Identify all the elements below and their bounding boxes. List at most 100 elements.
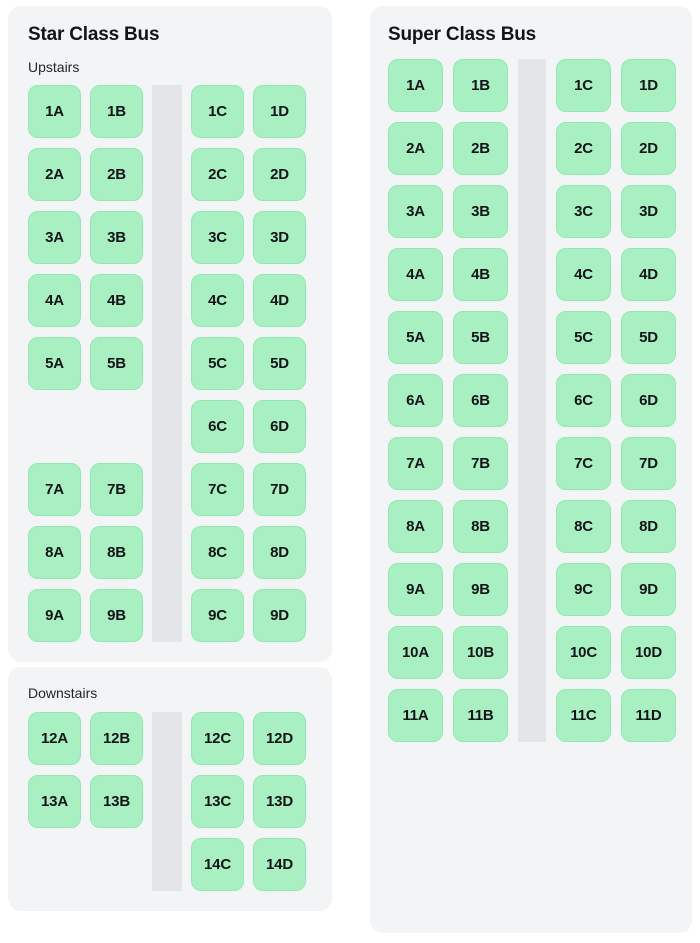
seat-7C[interactable]: 7C [191, 463, 244, 516]
seat-7B[interactable]: 7B [453, 437, 508, 490]
seat-10C[interactable]: 10C [556, 626, 611, 679]
seat-12C[interactable]: 12C [191, 712, 244, 765]
deck-panel-super-main: Super Class Bus 1A 1B 1C 1D 2A 2B 2C 2D 3A 3B 3C 3D… [370, 6, 692, 933]
seat-grid-star-upstairs: 1A 1B 1C 1D 2A 2B 2C 2D 3A 3B 3C 3D 4A 4B 4C 4D 5A 5B 5C 5D… [28, 85, 312, 642]
seat-1C[interactable]: 1C [556, 59, 611, 112]
seat-6C[interactable]: 6C [191, 400, 244, 453]
seat-5A[interactable]: 5A [28, 337, 81, 390]
seat-11D[interactable]: 11D [621, 689, 676, 742]
seat-9C[interactable]: 9C [556, 563, 611, 616]
seat-10B[interactable]: 10B [453, 626, 508, 679]
seat-14C[interactable]: 14C [191, 838, 244, 891]
seat-13A[interactable]: 13A [28, 775, 81, 828]
bus-title-super-class: Super Class Bus [388, 24, 536, 45]
seat-7A[interactable]: 7A [28, 463, 81, 516]
seat-2C[interactable]: 2C [191, 148, 244, 201]
seat-8A[interactable]: 8A [388, 500, 443, 553]
seat-3C[interactable]: 3C [191, 211, 244, 264]
seat-9A[interactable]: 9A [28, 589, 81, 642]
seat-8A[interactable]: 8A [28, 526, 81, 579]
seat-9D[interactable]: 9D [253, 589, 306, 642]
seat-1B[interactable]: 1B [90, 85, 143, 138]
seat-4A[interactable]: 4A [28, 274, 81, 327]
seat-6C[interactable]: 6C [556, 374, 611, 427]
seat-14D[interactable]: 14D [253, 838, 306, 891]
seat-8C[interactable]: 8C [556, 500, 611, 553]
seat-slot-empty [28, 400, 81, 453]
seat-5C[interactable]: 5C [191, 337, 244, 390]
seat-11A[interactable]: 11A [388, 689, 443, 742]
seat-5D[interactable]: 5D [253, 337, 306, 390]
seat-9C[interactable]: 9C [191, 589, 244, 642]
seat-4B[interactable]: 4B [453, 248, 508, 301]
bus-column-star-class: Star Class Bus Upstairs 1A 1B 1C 1D 2A 2B 2C 2D… [8, 6, 332, 911]
seat-2D[interactable]: 2D [621, 122, 676, 175]
seat-2B[interactable]: 2B [453, 122, 508, 175]
seat-10D[interactable]: 10D [621, 626, 676, 679]
seat-3A[interactable]: 3A [28, 211, 81, 264]
seat-9B[interactable]: 9B [90, 589, 143, 642]
seat-10A[interactable]: 10A [388, 626, 443, 679]
seat-13B[interactable]: 13B [90, 775, 143, 828]
seat-8D[interactable]: 8D [253, 526, 306, 579]
seat-4D[interactable]: 4D [253, 274, 306, 327]
seat-7D[interactable]: 7D [253, 463, 306, 516]
seat-3D[interactable]: 3D [253, 211, 306, 264]
seat-9B[interactable]: 9B [453, 563, 508, 616]
seat-11C[interactable]: 11C [556, 689, 611, 742]
seat-grid-star-downstairs: 12A 12B 12C 12D 13A 13B 13C 13D 14C 14D [28, 712, 312, 891]
seat-7B[interactable]: 7B [90, 463, 143, 516]
seat-3B[interactable]: 3B [90, 211, 143, 264]
seat-3C[interactable]: 3C [556, 185, 611, 238]
seat-13C[interactable]: 13C [191, 775, 244, 828]
seat-1D[interactable]: 1D [253, 85, 306, 138]
seat-7C[interactable]: 7C [556, 437, 611, 490]
seat-4C[interactable]: 4C [191, 274, 244, 327]
seat-11B[interactable]: 11B [453, 689, 508, 742]
seat-4B[interactable]: 4B [90, 274, 143, 327]
seat-5B[interactable]: 5B [453, 311, 508, 364]
seat-2A[interactable]: 2A [388, 122, 443, 175]
seat-2A[interactable]: 2A [28, 148, 81, 201]
seat-1A[interactable]: 1A [388, 59, 443, 112]
seat-6B[interactable]: 6B [453, 374, 508, 427]
seat-12D[interactable]: 12D [253, 712, 306, 765]
seat-7D[interactable]: 7D [621, 437, 676, 490]
seat-2C[interactable]: 2C [556, 122, 611, 175]
seat-1B[interactable]: 1B [453, 59, 508, 112]
seat-1C[interactable]: 1C [191, 85, 244, 138]
seat-9D[interactable]: 9D [621, 563, 676, 616]
seat-slot-empty [90, 400, 143, 453]
deck-panel-downstairs: Downstairs 12A 12B 12C 12D 13A 13B 13C 13D 14C 14… [8, 667, 332, 911]
seat-1D[interactable]: 1D [621, 59, 676, 112]
seat-3B[interactable]: 3B [453, 185, 508, 238]
seat-6D[interactable]: 6D [253, 400, 306, 453]
seat-4D[interactable]: 4D [621, 248, 676, 301]
seat-8D[interactable]: 8D [621, 500, 676, 553]
deck-label-downstairs: Downstairs [28, 685, 98, 701]
seat-2D[interactable]: 2D [253, 148, 306, 201]
seat-7A[interactable]: 7A [388, 437, 443, 490]
seat-1A[interactable]: 1A [28, 85, 81, 138]
seat-12B[interactable]: 12B [90, 712, 143, 765]
seat-5D[interactable]: 5D [621, 311, 676, 364]
seat-8B[interactable]: 8B [90, 526, 143, 579]
seat-3D[interactable]: 3D [621, 185, 676, 238]
seat-5C[interactable]: 5C [556, 311, 611, 364]
seat-8B[interactable]: 8B [453, 500, 508, 553]
seat-6A[interactable]: 6A [388, 374, 443, 427]
seat-13D[interactable]: 13D [253, 775, 306, 828]
seat-5A[interactable]: 5A [388, 311, 443, 364]
seat-4C[interactable]: 4C [556, 248, 611, 301]
seat-5B[interactable]: 5B [90, 337, 143, 390]
seat-slot-empty [90, 838, 143, 891]
bus-column-super-class: Super Class Bus 1A 1B 1C 1D 2A 2B 2C 2D 3A 3B 3C 3D… [370, 6, 692, 933]
seat-8C[interactable]: 8C [191, 526, 244, 579]
seat-2B[interactable]: 2B [90, 148, 143, 201]
seat-12A[interactable]: 12A [28, 712, 81, 765]
seat-3A[interactable]: 3A [388, 185, 443, 238]
seat-6D[interactable]: 6D [621, 374, 676, 427]
seat-4A[interactable]: 4A [388, 248, 443, 301]
seat-9A[interactable]: 9A [388, 563, 443, 616]
deck-label-upstairs: Upstairs [28, 59, 80, 75]
